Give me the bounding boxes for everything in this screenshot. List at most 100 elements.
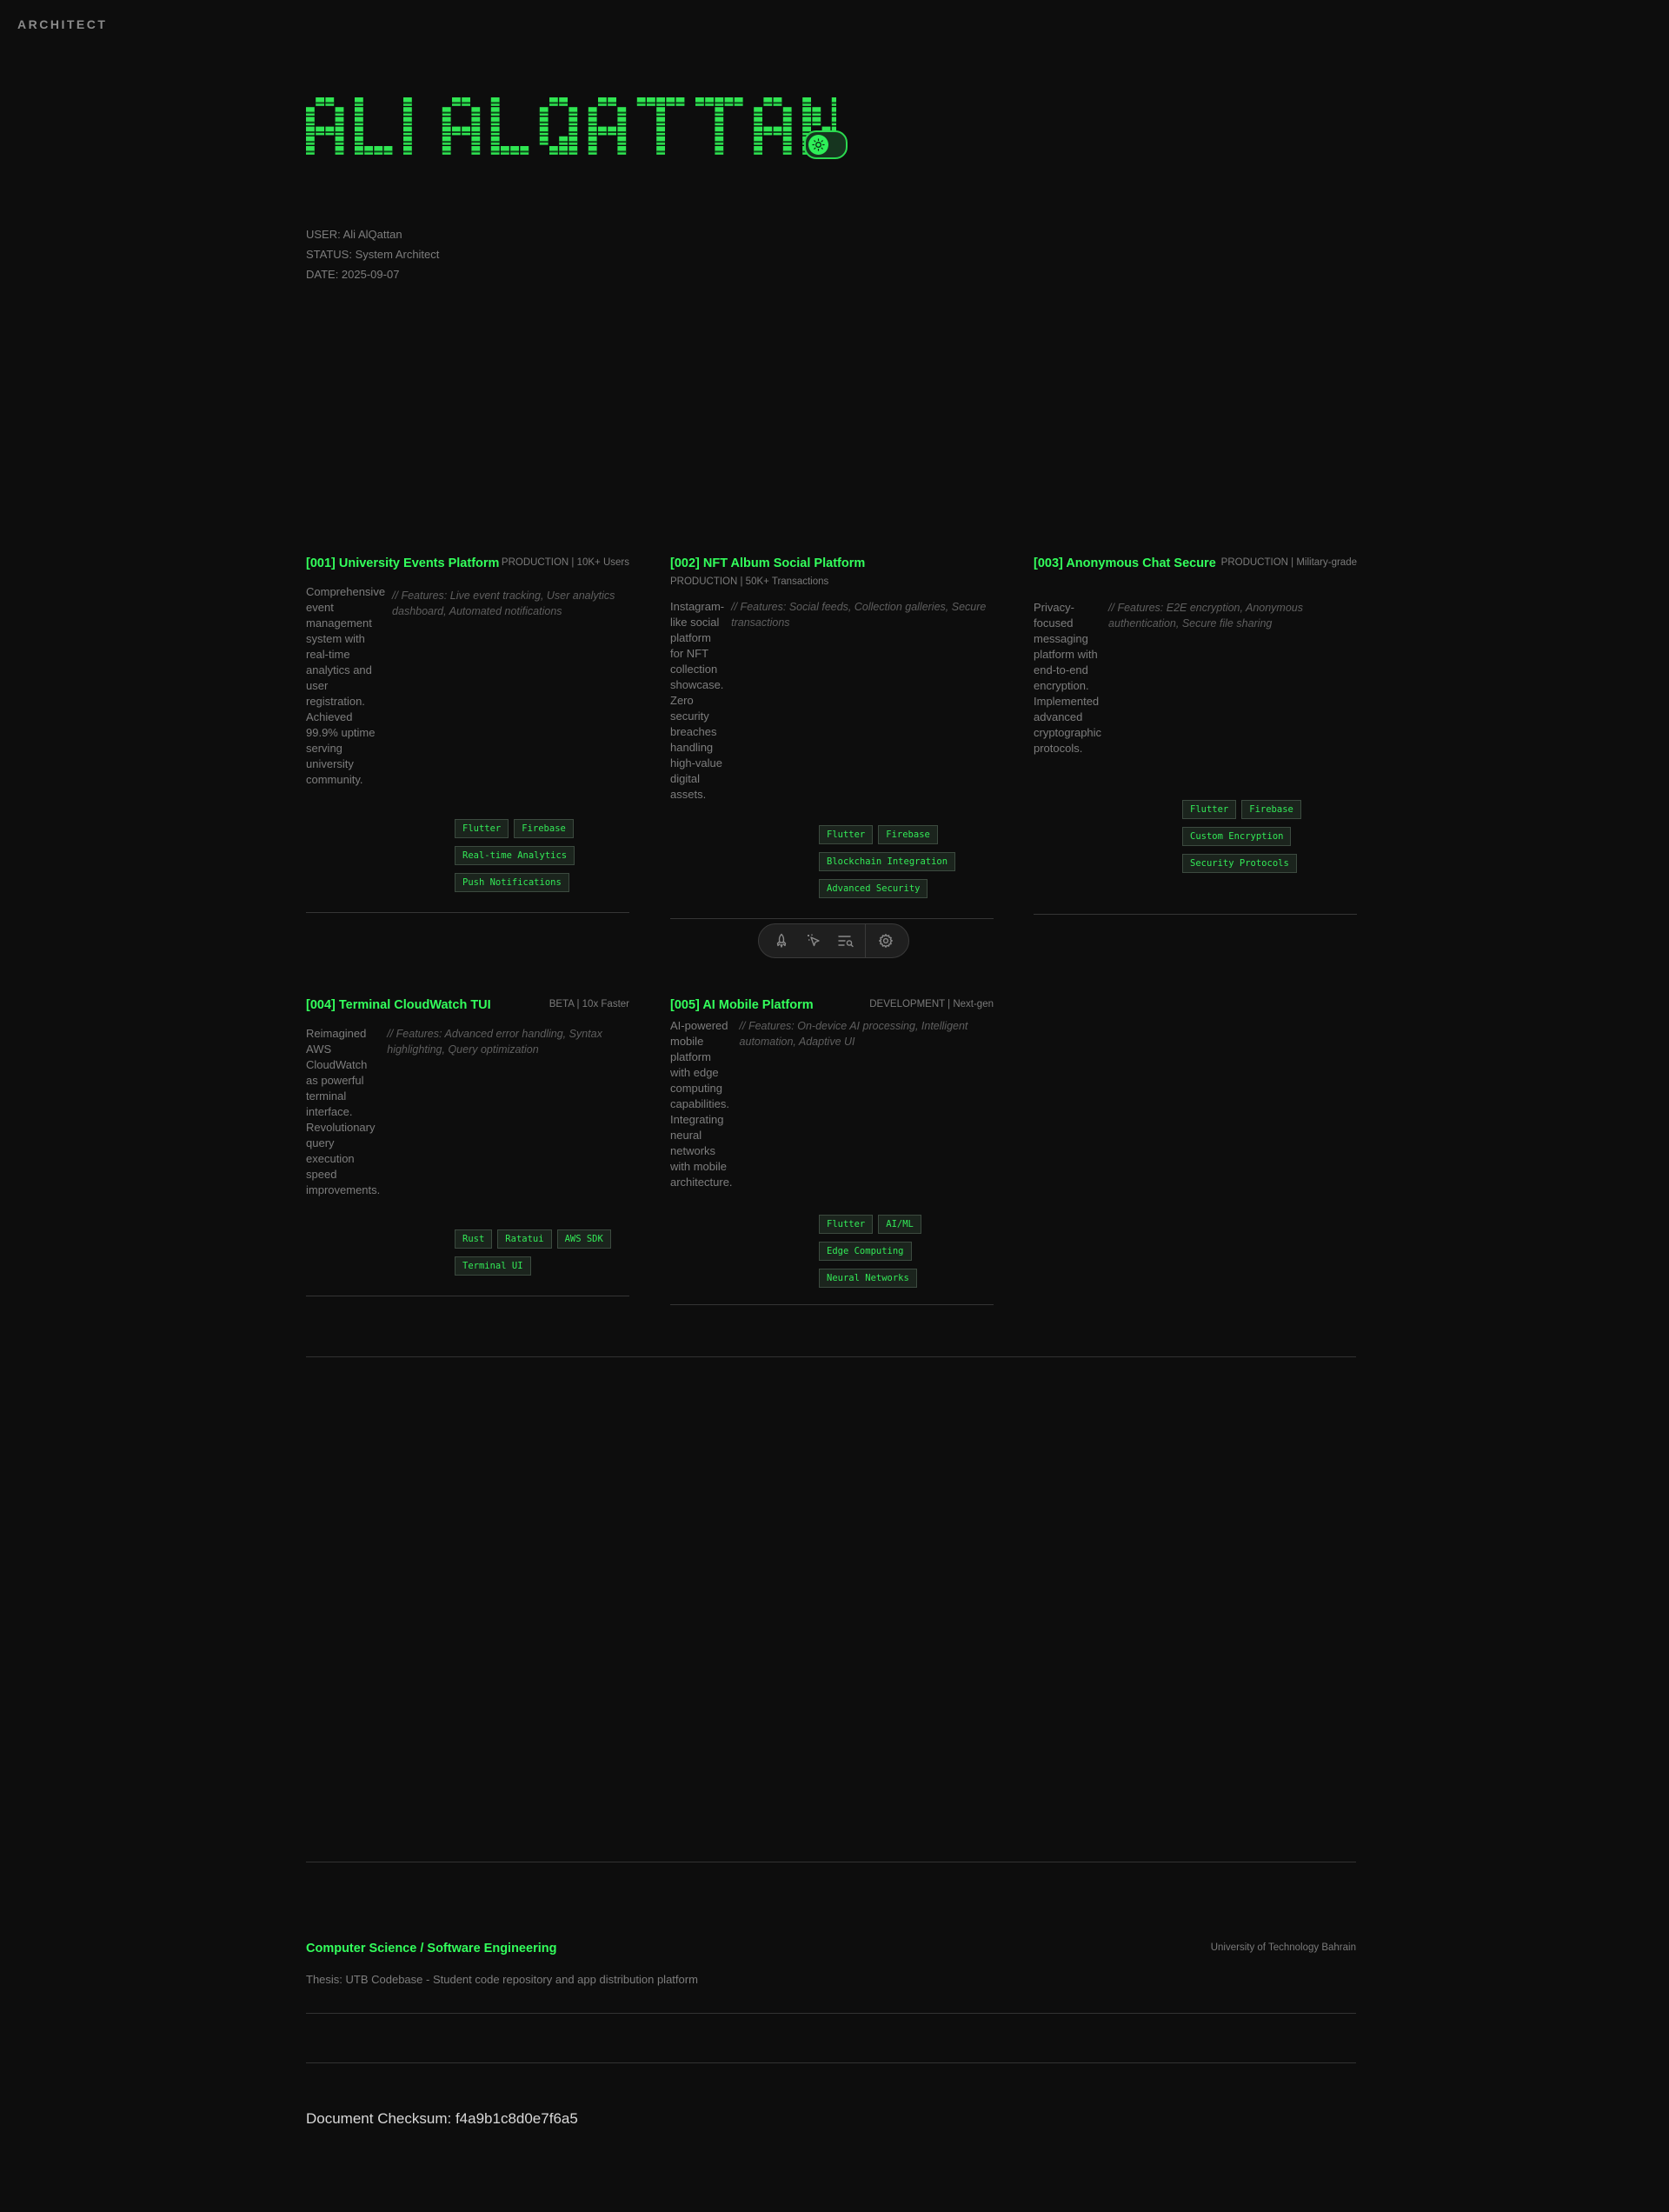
hero-pixel-stripe [442,111,451,114]
hero-pixel [569,117,578,126]
text-line: showcase. [670,678,724,691]
project-tags: Flutter Firebase Custom Encryption Security… [1182,800,1357,914]
project-card-002: [002] NFT Album Social Platform PRODUCTI… [670,556,994,919]
hero-pixel [539,136,549,145]
text-line: Zero [670,694,694,707]
project-title[interactable]: [002] NFT Album Social Platform [670,556,865,570]
cursor-sparkle-icon[interactable] [798,928,830,954]
tech-tag: Blockchain Integration [819,852,956,871]
text-line: focused [1034,616,1074,630]
hero-pixel [715,136,724,145]
hero-pixel [490,97,500,106]
hero-pixel [831,117,836,126]
hero-pixel-stripe [656,150,665,153]
text-line: // Features: Social feeds, Collection ga… [731,601,987,613]
hero-pixel [355,146,363,155]
hero-pixel-stripe [490,150,500,153]
tech-tag: Neural Networks [819,1269,917,1288]
hero-pixel [656,107,665,116]
hero-pixel-stripe [490,130,500,133]
hero-pixel [802,117,811,126]
hero-pixel [355,107,363,116]
text-line: platform [670,1050,711,1063]
text-line: capabilities. [670,1097,729,1110]
tech-tag: Flutter [1182,800,1237,819]
hero-pixel-stripe [715,111,724,114]
project-status: PRODUCTION | 50K+ Transactions [670,576,829,587]
tech-tag: Flutter [455,819,509,838]
hero-pixel-stripe [782,121,792,123]
hero-pixel [471,107,481,116]
list-search-icon[interactable] [830,928,862,954]
project-title[interactable]: [004] Terminal CloudWatch TUI [306,998,491,1012]
hero-pixel [782,136,792,145]
text-line: transactions [731,616,790,629]
settings-gear-icon[interactable] [869,928,901,954]
hero-pixel-stripe [754,130,762,133]
hero-pixel-stripe [617,121,627,123]
hero-pixel [647,97,655,106]
hero-pixel-stripe [812,111,821,114]
hero-pixel-stripe [374,150,383,153]
project-tags: Flutter AI/ML Edge Computing Neural Network… [819,1215,994,1304]
hero-pixel [715,107,724,116]
project-title[interactable]: [003] Anonymous Chat Secure [1034,556,1216,570]
education-thesis: Thesis: UTB Codebase - Student code repo… [306,1973,698,1986]
hero-pixel-stripe [306,121,315,123]
rocket-icon[interactable] [766,928,798,954]
project-card-005: [005] AI Mobile Platform DEVELOPMENT | N… [670,997,994,1305]
hero-pixel-stripe [569,130,578,133]
hero-pixel-stripe [335,111,344,114]
hero-pixel-stripe [636,102,646,104]
hero-pixel [403,136,412,145]
tag-row: Neural Networks [819,1269,994,1296]
hero-pixel-stripe [705,102,714,104]
hero-pixel-stripe [656,111,665,114]
hero-pixel [539,126,549,136]
hero-pixel-stripe [782,141,792,143]
tech-tag: AWS SDK [556,1229,611,1249]
theme-toggle[interactable] [804,130,848,159]
hero-pixel-stripe [403,141,412,143]
hero-pixel-stripe [715,130,724,133]
hero-pixel-stripe [647,102,655,104]
hero-pixel [754,136,762,145]
hero-pixel [501,146,509,155]
hero-pixel [656,117,665,126]
text-line: breaches [670,725,717,738]
project-description: Privacy-focused messaging platform with end… [1034,600,1101,756]
tag-row: Flutter AI/ML [819,1215,994,1242]
text-line: security [670,710,709,723]
hero-pixel [705,97,714,106]
project-title[interactable]: [001] University Events Platform [306,556,499,570]
hero-pixel-stripe [539,130,549,133]
hero-pixel [306,126,315,136]
hero-pixel-stripe [306,150,315,153]
hero-pixel-stripe [569,121,578,123]
text-line: with mobile [670,1160,728,1173]
hero-pixel [306,117,315,126]
hero-pixel [490,117,500,126]
hero-pixel-stripe [316,130,324,133]
text-line: // Features: Advanced error handling, Sy… [387,1028,602,1040]
hero-pixel-stripe [754,121,762,123]
text-line: university [306,757,354,770]
hero-pixel [316,97,324,106]
hero-pixel-stripe [490,141,500,143]
hero-pixel [452,97,461,106]
hero-pixel-stripe [559,141,568,143]
hero-pixel-stripe [442,130,451,133]
hero-pixel [724,97,734,106]
text-line: speed [306,1168,337,1181]
project-title[interactable]: [005] AI Mobile Platform [670,998,814,1012]
hero-pixel-stripe [325,130,335,133]
text-line: with edge [670,1066,719,1079]
hero-pixel-stripe [442,141,451,143]
hero-pixel [403,146,412,155]
text-line: collection [670,663,718,676]
hero-pixel-stripe [715,150,724,153]
hero-pixel-stripe [403,111,412,114]
section-divider [306,2013,1356,2014]
text-line: authentication, Secure file sharing [1108,617,1273,630]
hero-pixel [773,97,782,106]
